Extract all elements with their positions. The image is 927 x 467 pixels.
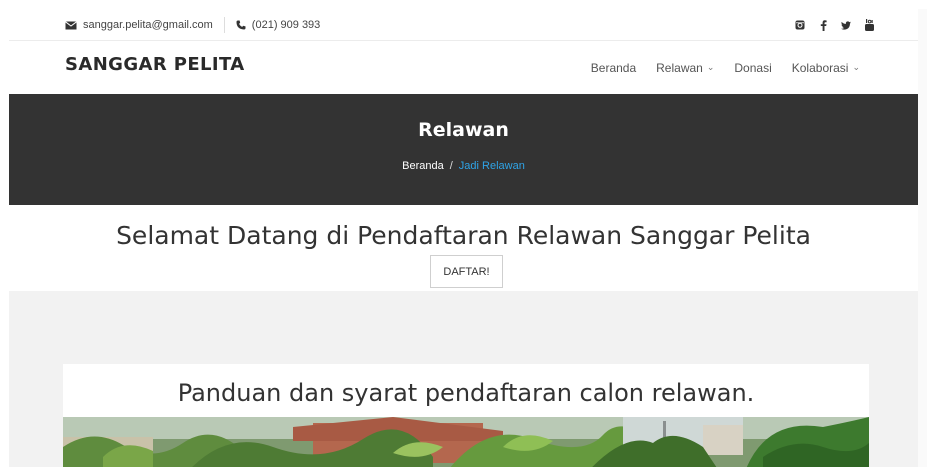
main-nav: Beranda Relawan ⌄ Donasi Kolaborasi ⌄ <box>591 41 860 94</box>
nav-label: Relawan <box>656 60 703 75</box>
register-button[interactable]: DAFTAR! <box>430 255 503 288</box>
phone-contact[interactable]: (021) 909 393 <box>236 19 321 31</box>
welcome-section: Selamat Datang di Pendaftaran Relawan Sa… <box>9 205 918 291</box>
breadcrumb-separator: / <box>449 160 453 172</box>
envelope-icon <box>65 20 77 29</box>
guide-title: Panduan dan syarat pendaftaran calon rel… <box>177 379 755 407</box>
guide-photo <box>63 417 869 467</box>
nav-label: Donasi <box>734 60 772 75</box>
site-logo[interactable]: SANGGAR PELITA <box>65 54 245 75</box>
page-title-banner: Relawan Beranda / Jadi Relawan <box>9 94 918 205</box>
social-links <box>795 9 874 41</box>
email-text: sanggar.pelita@gmail.com <box>83 19 213 31</box>
breadcrumb-home-link[interactable]: Beranda <box>402 160 444 172</box>
chevron-down-icon: ⌄ <box>852 62 860 72</box>
nav-item-donasi[interactable]: Donasi <box>734 61 771 75</box>
welcome-heading: Selamat Datang di Pendaftaran Relawan Sa… <box>116 221 811 250</box>
nav-item-beranda[interactable]: Beranda <box>591 61 636 75</box>
contact-info: sanggar.pelita@gmail.com (021) 909 393 <box>65 9 320 41</box>
phone-text: (021) 909 393 <box>251 19 321 31</box>
nav-label: Kolaborasi <box>791 60 849 75</box>
phone-icon <box>236 20 246 30</box>
nav-item-kolaborasi[interactable]: Kolaborasi ⌄ <box>792 61 860 75</box>
breadcrumb: Beranda / Jadi Relawan <box>9 160 918 172</box>
guide-section: Panduan dan syarat pendaftaran calon rel… <box>9 291 918 467</box>
twitter-icon[interactable] <box>841 20 851 30</box>
chevron-down-icon: ⌄ <box>706 62 715 72</box>
breadcrumb-current: Jadi Relawan <box>458 160 525 172</box>
top-bar: sanggar.pelita@gmail.com (021) 909 393 <box>9 9 918 41</box>
facebook-icon[interactable] <box>818 19 828 31</box>
site-header: SANGGAR PELITA Beranda Relawan ⌄ Donasi … <box>9 41 918 94</box>
divider <box>223 17 225 33</box>
scrollbar[interactable] <box>918 9 927 467</box>
nav-label: Beranda <box>590 60 637 75</box>
page-title: Relawan <box>418 119 509 141</box>
youtube-icon[interactable] <box>864 19 874 31</box>
page: sanggar.pelita@gmail.com (021) 909 393 S… <box>0 0 927 467</box>
email-contact[interactable]: sanggar.pelita@gmail.com <box>65 19 213 31</box>
guide-card: Panduan dan syarat pendaftaran calon rel… <box>63 364 869 467</box>
nav-item-relawan[interactable]: Relawan ⌄ <box>656 61 714 75</box>
instagram-icon[interactable] <box>795 20 805 30</box>
